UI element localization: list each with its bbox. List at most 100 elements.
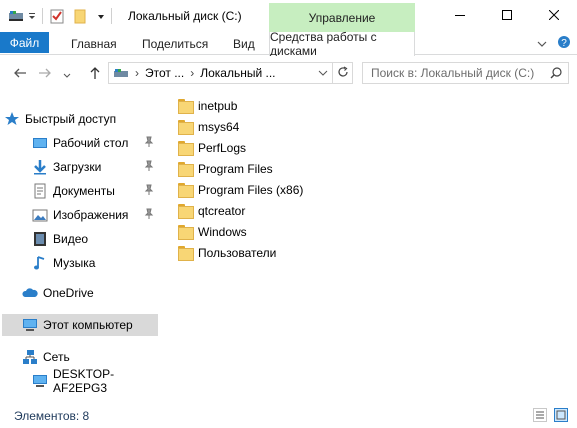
nav-label: DESKTOP-AF2EPG3 xyxy=(53,367,115,395)
quick-access-toolbar xyxy=(0,0,118,32)
help-icon: ? xyxy=(557,35,571,52)
nav-label: Быстрый доступ xyxy=(25,112,117,126)
up-button[interactable] xyxy=(85,64,105,84)
search-icon xyxy=(550,67,562,82)
nav-onedrive[interactable]: OneDrive xyxy=(22,282,158,304)
nav-desktop[interactable]: Рабочий стол xyxy=(32,132,158,154)
qa-dropdown-icon[interactable] xyxy=(28,8,36,24)
folder-icon xyxy=(178,204,194,219)
file-name: msys64 xyxy=(198,119,240,134)
folder-icon xyxy=(178,225,194,240)
svg-text:?: ? xyxy=(561,38,567,49)
music-icon xyxy=(32,255,48,271)
folder-icon xyxy=(178,162,194,177)
file-name: PerfLogs xyxy=(198,140,247,155)
file-name: Windows xyxy=(198,224,247,239)
large-icons-view-icon xyxy=(555,410,567,424)
nav-music[interactable]: Музыка xyxy=(32,252,158,274)
arrow-up-icon xyxy=(89,66,101,83)
tab-home[interactable]: Главная xyxy=(71,32,117,55)
refresh-button[interactable] xyxy=(333,62,353,84)
file-name: inetpub xyxy=(198,98,238,113)
chevron-down-icon xyxy=(537,37,547,51)
tab-view[interactable]: Вид xyxy=(233,32,255,55)
folder-icon xyxy=(178,99,194,114)
drive-icon xyxy=(8,8,24,24)
list-item[interactable]: qtcreator xyxy=(178,200,245,221)
documents-icon xyxy=(32,183,48,199)
large-icons-view-button[interactable] xyxy=(554,408,568,422)
tab-drive-tools[interactable]: Средства работы с дисками xyxy=(269,30,415,58)
nav-label: Загрузки xyxy=(53,160,102,174)
pin-icon xyxy=(144,208,154,220)
properties-icon[interactable] xyxy=(49,8,65,24)
nav-quick-access[interactable]: Быстрый доступ xyxy=(4,108,162,130)
breadcrumb-separator: › xyxy=(190,66,195,80)
close-button[interactable] xyxy=(531,0,577,32)
nav-label: Сеть xyxy=(43,350,70,364)
list-item[interactable]: Windows xyxy=(178,221,247,242)
video-icon xyxy=(32,231,48,247)
nav-video[interactable]: Видео xyxy=(32,228,158,250)
pictures-icon xyxy=(32,207,48,223)
desktop-icon xyxy=(32,135,48,151)
search-input[interactable]: Поиск в: Локальный диск (C:) xyxy=(362,62,569,84)
list-item[interactable]: PerfLogs xyxy=(178,137,246,158)
breadcrumb-separator: › xyxy=(135,66,139,80)
list-item[interactable]: Program Files xyxy=(178,158,273,179)
minimize-icon xyxy=(455,9,465,23)
ribbon-tabs: Файл Главная Поделиться Вид Средства раб… xyxy=(0,30,577,58)
nav-documents[interactable]: Документы xyxy=(32,180,158,202)
folder-icon xyxy=(178,120,194,135)
star-icon xyxy=(4,111,20,127)
arrow-right-icon xyxy=(38,66,52,82)
item-count: Элементов: 8 xyxy=(14,409,90,423)
breadcrumb-this-pc[interactable]: Этот ... xyxy=(145,66,184,80)
computer-icon xyxy=(22,317,38,333)
recent-locations-button[interactable] xyxy=(60,64,74,84)
nav-label: Изображения xyxy=(53,208,129,222)
navigation-pane: Быстрый доступ Рабочий стол Загрузки Док… xyxy=(0,100,160,400)
context-tab-header: Управление xyxy=(269,3,415,32)
details-view-icon xyxy=(534,410,546,424)
arrow-left-icon xyxy=(13,66,27,82)
ribbon-expand-button[interactable] xyxy=(537,32,547,55)
list-item[interactable]: msys64 xyxy=(178,116,239,137)
file-name: qtcreator xyxy=(198,203,246,218)
separator xyxy=(111,8,112,24)
window-title: Локальный диск (C:) xyxy=(128,9,242,23)
drive-icon xyxy=(113,66,129,80)
list-item[interactable]: Program Files (x86) xyxy=(178,179,303,200)
list-item[interactable]: Пользователи xyxy=(178,242,276,263)
folder-icon xyxy=(178,246,194,261)
help-button[interactable]: ? xyxy=(557,32,571,55)
customize-toolbar-icon[interactable] xyxy=(97,8,105,24)
file-name: Program Files (x86) xyxy=(198,182,304,197)
back-button[interactable] xyxy=(10,64,30,84)
nav-downloads[interactable]: Загрузки xyxy=(32,156,158,178)
close-icon xyxy=(548,9,560,23)
nav-label: Этот компьютер xyxy=(43,318,133,332)
forward-button[interactable] xyxy=(35,64,55,84)
list-item[interactable]: inetpub xyxy=(178,95,237,116)
pin-icon xyxy=(144,184,154,196)
nav-label: Документы xyxy=(53,184,115,198)
nav-desktop-computer[interactable]: DESKTOP-AF2EPG3 xyxy=(32,367,158,395)
nav-network[interactable]: Сеть xyxy=(22,346,158,368)
tab-file[interactable]: Файл xyxy=(0,32,49,53)
maximize-button[interactable] xyxy=(484,0,530,32)
status-bar: Элементов: 8 xyxy=(0,404,577,428)
breadcrumb-local-disk[interactable]: Локальный ... xyxy=(200,66,275,80)
nav-label: Видео xyxy=(53,232,89,246)
nav-pictures[interactable]: Изображения xyxy=(32,204,158,226)
download-icon xyxy=(32,159,48,175)
nav-label: Рабочий стол xyxy=(53,136,129,150)
details-view-button[interactable] xyxy=(533,408,547,422)
minimize-button[interactable] xyxy=(437,0,483,32)
address-dropdown-icon[interactable] xyxy=(318,66,328,83)
new-folder-icon[interactable] xyxy=(73,8,89,24)
tab-share[interactable]: Поделиться xyxy=(142,32,208,55)
nav-this-pc[interactable]: Этот компьютер xyxy=(2,314,158,336)
folder-icon xyxy=(178,141,194,156)
address-bar[interactable]: › Этот ... › Локальный ... xyxy=(108,62,333,84)
